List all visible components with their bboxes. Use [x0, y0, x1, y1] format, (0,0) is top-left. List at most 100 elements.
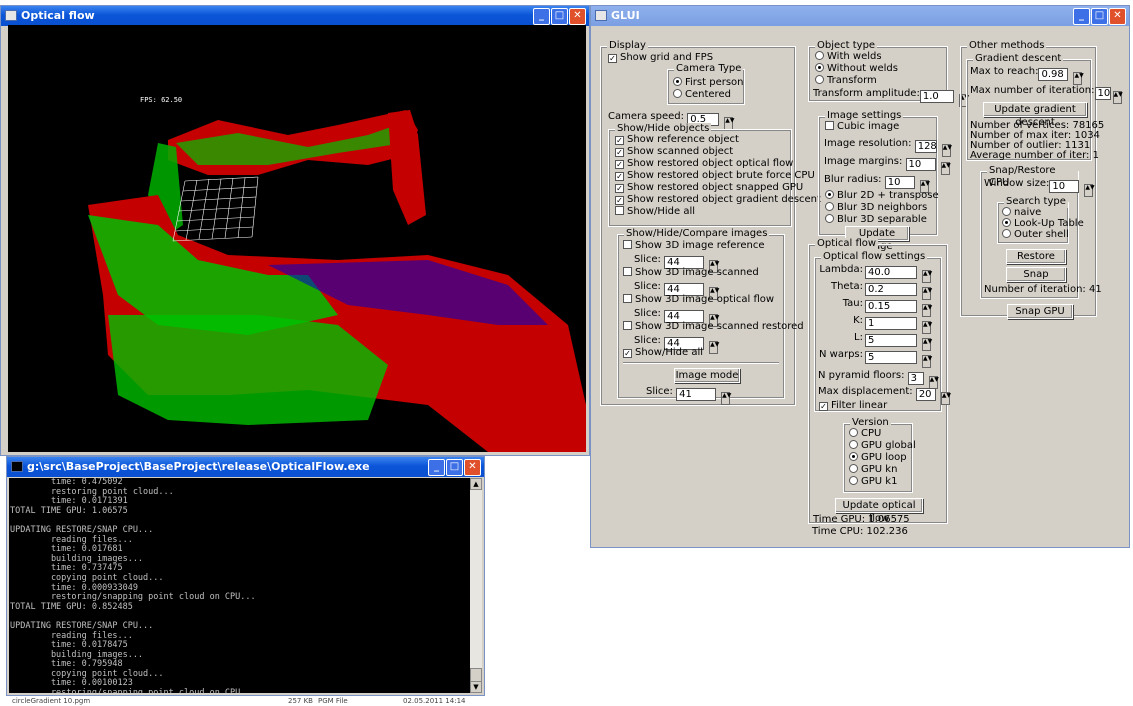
without-welds-radio[interactable]: Without welds — [815, 63, 898, 75]
max-to-reach-control[interactable]: Max to reach: 0.98 ▲▼ — [970, 66, 1084, 85]
object-checkbox[interactable]: ✓ Show restored object gradient descent — [615, 194, 821, 206]
version-radio[interactable]: GPU loop — [849, 452, 907, 464]
app-icon — [595, 10, 607, 21]
version-radio[interactable]: GPU global — [849, 440, 916, 452]
version-radio[interactable]: CPU — [849, 428, 881, 440]
max-iter-input[interactable]: 10 — [1094, 87, 1111, 100]
image-checkbox[interactable]: Show 3D image scanned — [623, 267, 759, 279]
amplitude-input[interactable]: 1.0 — [919, 90, 954, 103]
object-checkbox[interactable]: ✓ Show restored object optical flow — [615, 158, 793, 170]
with-welds-radio[interactable]: With welds — [815, 51, 882, 63]
3d-viewport[interactable]: FPS: 62.50 — [8, 25, 586, 452]
window-title: Optical flow — [21, 9, 95, 22]
slice-bottom-control[interactable]: Slice: 41 ▲▼ — [646, 386, 731, 405]
optical-flow-input[interactable]: 0.2 — [865, 283, 917, 296]
glui-window[interactable]: GLUI _ □ ✕ Display ✓ Show grid and FPS Ca… — [590, 5, 1130, 548]
version-radio[interactable]: GPU kn — [849, 464, 897, 476]
close-button[interactable]: ✕ — [1109, 8, 1126, 25]
object-type-group: Object type With welds Without welds Tra… — [808, 40, 969, 107]
glui-title: GLUI — [611, 9, 640, 22]
snap-gpu-button[interactable]: Snap GPU — [1007, 304, 1073, 319]
blur-2d-radio[interactable]: Blur 2D + transpose — [825, 190, 939, 202]
cubic-image-checkbox[interactable]: Cubic image — [825, 121, 899, 133]
maximize-button[interactable]: □ — [1091, 8, 1108, 25]
optical-flow-input[interactable]: 5 — [865, 351, 917, 364]
image-margins-control[interactable]: Image margins: 10 ▲▼ — [824, 156, 951, 175]
max-reach-input[interactable]: 0.98 — [1038, 68, 1069, 81]
object-checkbox[interactable]: Show/Hide all — [615, 206, 695, 218]
maximize-button[interactable]: □ — [551, 8, 568, 25]
transform-amplitude-control[interactable]: Transform amplitude: 1.0 ▲▼ — [813, 88, 969, 107]
maxdisp-input[interactable]: 20 — [915, 388, 936, 401]
optical-flow-input[interactable]: 40.0 — [865, 266, 917, 279]
iteration-count-label: Number of iteration: 41 — [984, 284, 1102, 295]
filter-linear-checkbox[interactable]: ✓ Filter linear — [819, 400, 887, 412]
object-checkbox[interactable]: ✓ Show restored object snapped GPU — [615, 182, 803, 194]
glui-titlebar[interactable]: GLUI _ □ ✕ — [591, 6, 1129, 26]
minimize-button[interactable]: _ — [533, 8, 550, 25]
time-cpu-label: Time CPU: 102.236 — [812, 526, 908, 537]
file-list-strip[interactable]: circleGradient 10.pgm 257 KB PGM File 02… — [8, 696, 648, 706]
spinner-icon[interactable]: ▲▼ — [1112, 91, 1123, 104]
show-hide-all-images-checkbox[interactable]: ✓ Show/Hide all — [623, 347, 703, 359]
checkmark-icon: ✓ — [608, 54, 617, 63]
point-cloud-render — [88, 110, 586, 452]
close-button[interactable]: ✕ — [569, 8, 586, 25]
snap-restore-group: Snap/Restore CPU Window size: 10 ▲▼ Search… — [980, 165, 1102, 299]
optical-flow-field[interactable]: N warps: 5 ▲▼ — [819, 349, 937, 368]
image-settings-group: Image settings Cubic image Image resolut… — [818, 110, 952, 252]
minimize-button[interactable]: _ — [1073, 8, 1090, 25]
margins-input[interactable]: 10 — [905, 158, 936, 171]
version-radio[interactable]: GPU k1 — [849, 476, 897, 488]
update-optical-flow-button[interactable]: Update optical flow — [835, 498, 923, 524]
spinner-icon[interactable]: ▲▼ — [940, 392, 951, 405]
minimize-button[interactable]: _ — [428, 459, 445, 476]
maximize-button[interactable]: □ — [446, 459, 463, 476]
image-resolution-control[interactable]: Image resolution: 128 ▲▼ — [824, 138, 952, 157]
optical-flow-input[interactable]: 5 — [865, 334, 917, 347]
pyramid-input[interactable]: 3 — [907, 372, 924, 385]
object-checkbox[interactable]: ✓ Show restored object brute force CPU — [615, 170, 815, 182]
console-scrollbar[interactable]: ▲ ▼ — [470, 478, 482, 693]
image-checkbox[interactable]: Show 3D image reference — [623, 240, 764, 252]
image-mode-button[interactable]: Image mode — [674, 368, 740, 383]
restore-button[interactable]: Restore — [1006, 249, 1066, 264]
window-size-input[interactable]: 10 — [1049, 180, 1080, 193]
image-checkbox[interactable]: Show 3D image scanned restored — [623, 321, 804, 333]
transform-radio[interactable]: Transform — [815, 75, 877, 87]
slice-input[interactable]: 41 — [676, 388, 717, 401]
resolution-input[interactable]: 128 — [914, 140, 937, 153]
group-label: Show/Hide/Compare images — [624, 228, 770, 240]
spinner-icon[interactable]: ▲▼ — [940, 162, 951, 175]
console-titlebar[interactable]: g:\src\BaseProject\BaseProject\release\O… — [7, 457, 484, 477]
image-checkbox[interactable]: Show 3D image optical flow — [623, 294, 774, 306]
file-name: circleGradient 10.pgm — [12, 697, 91, 705]
scroll-up-icon[interactable]: ▲ — [470, 478, 482, 490]
checkmark-icon: ✓ — [615, 136, 624, 145]
snap-button[interactable]: Snap — [1006, 267, 1066, 282]
optical-flow-titlebar[interactable]: Optical flow _ □ ✕ — [1, 6, 589, 26]
object-checkbox[interactable]: ✓ Show scanned object — [615, 146, 733, 158]
optical-flow-input[interactable]: 1 — [865, 317, 917, 330]
checkmark-icon: ✓ — [615, 148, 624, 157]
spinner-icon[interactable]: ▲▼ — [1073, 72, 1084, 85]
scroll-down-icon[interactable]: ▼ — [470, 681, 482, 693]
console-window[interactable]: g:\src\BaseProject\BaseProject\release\O… — [6, 456, 485, 696]
optical-flow-input[interactable]: 0.15 — [865, 300, 917, 313]
centered-radio[interactable]: Centered — [673, 89, 731, 101]
spinner-icon[interactable]: ▲▼ — [721, 392, 731, 405]
console-output[interactable]: time: 0.475092 restoring point cloud... … — [9, 478, 470, 693]
blur-input[interactable]: 10 — [884, 176, 915, 189]
update-gradient-descent-button[interactable]: Update gradient descent — [983, 102, 1087, 128]
object-checkbox[interactable]: ✓ Show reference object — [615, 134, 739, 146]
close-button[interactable]: ✕ — [464, 459, 481, 476]
spinner-icon[interactable]: ▲▼ — [1084, 184, 1095, 197]
window-size-control[interactable]: Window size: 10 ▲▼ — [984, 178, 1095, 197]
first-person-radio[interactable]: First person — [673, 77, 744, 89]
optical-flow-group: Optical flow Optical flow settings Lambd… — [808, 238, 951, 525]
search-type-radio[interactable]: Outer shell — [1002, 229, 1069, 241]
blur-3d-separable-radio[interactable]: Blur 3D separable — [825, 214, 927, 226]
spinner-icon[interactable]: ▲▼ — [922, 355, 932, 368]
blur-3d-neighbors-radio[interactable]: Blur 3D neighbors — [825, 202, 927, 214]
spinner-icon[interactable]: ▲▼ — [709, 341, 719, 354]
